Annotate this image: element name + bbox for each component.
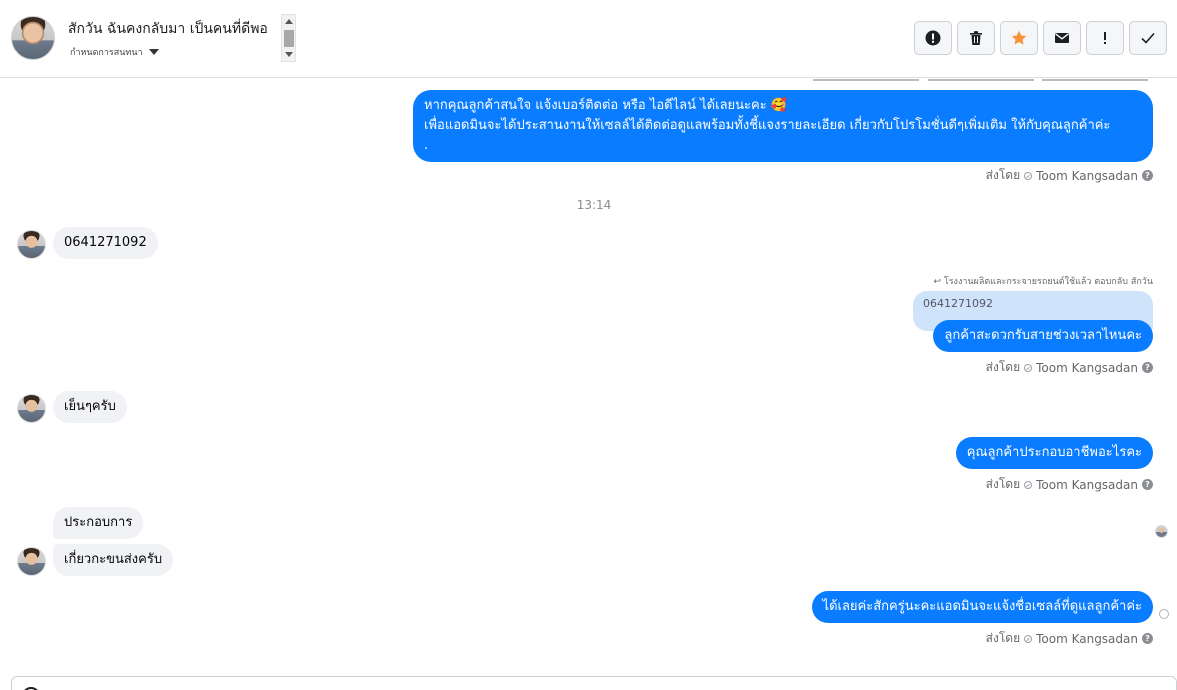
delete-button[interactable] <box>957 21 995 55</box>
sent-by-label: ส่งโดย Toom Kangsadan ? <box>986 475 1153 494</box>
scroll-up-arrow-icon[interactable] <box>285 19 293 24</box>
star-icon <box>1011 30 1027 45</box>
sender-name[interactable]: Toom Kangsadan <box>1036 478 1138 492</box>
priority-button[interactable] <box>1086 21 1124 55</box>
incoming-message[interactable]: 0641271092 <box>53 227 158 259</box>
image-attachment-edge <box>928 79 1034 81</box>
reply-context-label: ↩ โรงงานผลิตและกระจายรถยนต์ใช้แล้ว ตอบกล… <box>933 277 1153 287</box>
alert-circle-icon <box>925 30 941 46</box>
scroll-down-arrow-icon[interactable] <box>285 52 293 57</box>
agent-status-icon <box>1024 634 1033 643</box>
sent-by-prefix: ส่งโดย <box>985 360 1021 374</box>
sender-name[interactable]: Toom Kangsadan <box>1036 169 1138 183</box>
sender-name[interactable]: Toom Kangsadan <box>1036 632 1138 646</box>
messenger-conversation: สักวัน ฉันคงกลับมา เป็นคนที่ดีพอ กำหนดกา… <box>0 0 1177 690</box>
help-icon[interactable]: ? <box>1142 479 1153 490</box>
sent-by-label: ส่งโดย Toom Kangsadan ? <box>986 358 1153 377</box>
check-icon <box>1141 32 1155 44</box>
outgoing-message[interactable]: คุณลูกค้าประกอบอาชีพอะไรคะ <box>955 437 1153 469</box>
scrollbar-thumb[interactable] <box>284 30 294 47</box>
contact-info: สักวัน ฉันคงกลับมา เป็นคนที่ดีพอ กำหนดกา… <box>62 12 298 64</box>
sent-by-label: ส่งโดย Toom Kangsadan ? <box>986 166 1153 185</box>
message-thread[interactable]: หากคุณลูกค้าสนใจ แจ้งเบอร์ติดต่อ หรือ ไอ… <box>0 79 1177 676</box>
read-receipt-avatar <box>1155 525 1168 538</box>
caret-down-icon <box>148 49 159 55</box>
exclamation-icon <box>1104 32 1106 44</box>
incoming-message[interactable]: เย็นๆครับ <box>53 391 127 423</box>
image-attachment-edge <box>1042 79 1148 81</box>
trash-icon <box>970 31 982 45</box>
help-icon[interactable]: ? <box>1142 170 1153 181</box>
message-line: หากคุณลูกค้าสนใจ แจ้งเบอร์ติดต่อ หรือ ไอ… <box>424 98 788 113</box>
mark-done-button[interactable] <box>1129 21 1167 55</box>
contact-name[interactable]: สักวัน ฉันคงกลับมา เป็นคนที่ดีพอ <box>68 18 268 40</box>
conversation-toolbar <box>914 21 1167 55</box>
agent-status-icon <box>1024 480 1033 489</box>
message-line: เพื่อแอดมินจะได้ประสานงานให้เซลล์ได้ติดต… <box>424 118 1111 133</box>
incoming-message[interactable]: ประกอบการ <box>53 507 144 539</box>
contact-avatar-small[interactable] <box>17 394 46 423</box>
contact-avatar[interactable] <box>11 16 55 60</box>
sent-by-prefix: ส่งโดย <box>985 477 1021 491</box>
sent-by-label: ส่งโดย Toom Kangsadan ? <box>986 629 1153 648</box>
message-composer[interactable] <box>11 676 1177 690</box>
outgoing-message[interactable]: ลูกค้าสะดวกรับสายช่วงเวลาไหนคะ <box>933 320 1153 352</box>
help-icon[interactable]: ? <box>1142 633 1153 644</box>
mark-spam-button[interactable] <box>914 21 952 55</box>
incoming-message[interactable]: เกี่ยวกะขนส่งครับ <box>53 544 174 576</box>
outgoing-message[interactable]: หากคุณลูกค้าสนใจ แจ้งเบอร์ติดต่อ หรือ ไอ… <box>413 90 1153 162</box>
contact-avatar-small[interactable] <box>17 547 46 576</box>
outgoing-message[interactable]: ได้เลยค่ะสักครู่นะคะแอดมินจะแจ้งชื่อเซลล… <box>811 591 1153 623</box>
contact-avatar-small[interactable] <box>17 230 46 259</box>
conversation-stage-dropdown[interactable]: กำหนดการสนทนา <box>70 45 159 59</box>
agent-status-icon <box>1024 171 1033 180</box>
sent-by-prefix: ส่งโดย <box>985 631 1021 645</box>
image-attachment-edge <box>813 79 919 81</box>
envelope-icon <box>1055 33 1069 43</box>
sent-status-icon <box>1159 609 1169 619</box>
sender-name[interactable]: Toom Kangsadan <box>1036 361 1138 375</box>
message-timestamp: 13:14 <box>576 198 612 212</box>
agent-status-icon <box>1024 363 1033 372</box>
message-line: . <box>424 138 429 153</box>
mark-unread-button[interactable] <box>1043 21 1081 55</box>
stage-label: กำหนดการสนทนา <box>70 48 143 58</box>
sent-by-prefix: ส่งโดย <box>985 168 1021 182</box>
conversation-header: สักวัน ฉันคงกลับมา เป็นคนที่ดีพอ กำหนดกา… <box>0 0 1177 78</box>
star-button[interactable] <box>1000 21 1038 55</box>
name-scrollbar[interactable] <box>281 14 296 62</box>
help-icon[interactable]: ? <box>1142 362 1153 373</box>
